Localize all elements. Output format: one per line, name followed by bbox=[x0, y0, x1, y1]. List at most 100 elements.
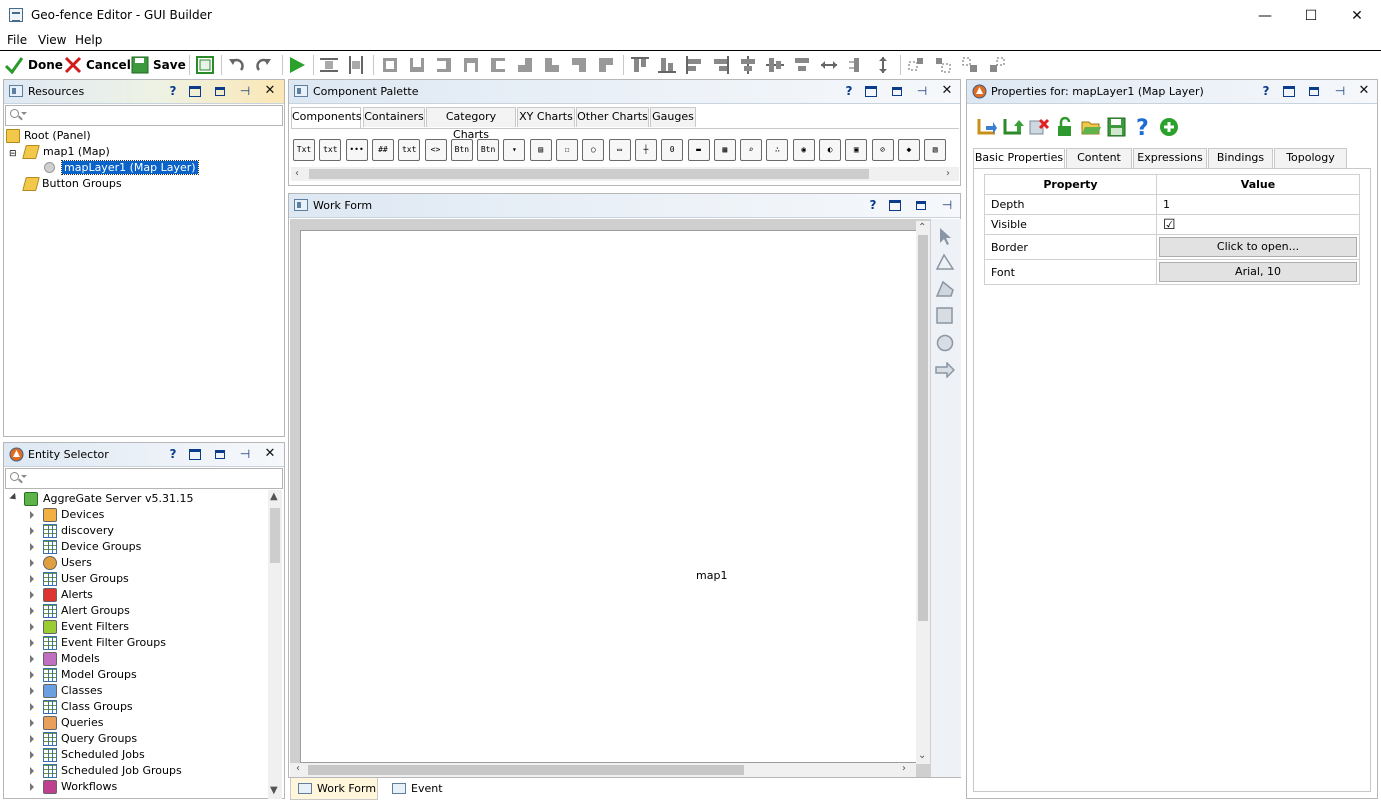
maximize-panel-icon[interactable] bbox=[865, 86, 877, 97]
polygon-icon[interactable] bbox=[935, 280, 955, 298]
save-icon[interactable] bbox=[1106, 116, 1128, 138]
unlock-icon[interactable] bbox=[1054, 116, 1076, 138]
rectangle-icon[interactable] bbox=[936, 307, 954, 325]
scroll-left-arrow-icon[interactable]: ‹ bbox=[295, 169, 299, 179]
align-center-h-icon[interactable] bbox=[739, 56, 757, 74]
maximize-panel-icon[interactable] bbox=[189, 449, 201, 460]
tree-item-entity[interactable]: User Groups bbox=[28, 571, 129, 587]
scroll-down-arrow-icon[interactable]: ⌄ bbox=[918, 751, 926, 761]
redo-icon[interactable] bbox=[255, 56, 273, 74]
tree-item-entity[interactable]: Event Filter Groups bbox=[28, 635, 166, 651]
cancel-button[interactable]: Cancel bbox=[63, 54, 131, 76]
palette-component-icon[interactable]: ▤ bbox=[529, 139, 552, 161]
pin-icon[interactable]: ⊣ bbox=[238, 447, 252, 461]
expand-arrow-icon[interactable] bbox=[30, 511, 34, 519]
export-icon[interactable] bbox=[1002, 116, 1024, 138]
palette-component-icon[interactable]: ▧ bbox=[924, 139, 947, 161]
tree-item-server[interactable]: AggreGate Server v5.31.15 bbox=[9, 491, 193, 507]
expand-arrow-icon[interactable] bbox=[30, 559, 34, 567]
entity-vscrollbar[interactable]: ▲ ▼ bbox=[268, 490, 282, 799]
float-panel-icon[interactable] bbox=[892, 87, 902, 96]
circle-icon[interactable] bbox=[936, 334, 954, 352]
stretch-v-icon[interactable] bbox=[847, 56, 865, 74]
expand-arrow-icon[interactable] bbox=[30, 591, 34, 599]
distribute-h-icon[interactable] bbox=[793, 56, 811, 74]
palette-component-icon[interactable]: ▭ bbox=[608, 139, 631, 161]
tree-item-entity[interactable]: Scheduled Job Groups bbox=[28, 763, 182, 779]
palette-component-icon[interactable]: ⌕ bbox=[740, 139, 763, 161]
scroll-thumb[interactable] bbox=[918, 235, 928, 621]
palette-component-icon[interactable]: ☐ bbox=[556, 139, 578, 161]
tab-topology[interactable]: Topology bbox=[1274, 148, 1347, 168]
expand-arrow-icon[interactable] bbox=[30, 607, 34, 615]
tab-content[interactable]: Content bbox=[1066, 148, 1132, 168]
palette-component-icon[interactable]: ○ bbox=[582, 139, 605, 161]
add-icon[interactable] bbox=[1158, 116, 1180, 138]
float-panel-icon[interactable] bbox=[215, 87, 225, 96]
delete-icon[interactable] bbox=[1028, 116, 1050, 138]
tree-item-entity[interactable]: Queries bbox=[28, 715, 103, 731]
maximize-panel-icon[interactable] bbox=[889, 200, 901, 211]
tab-basic-properties[interactable]: Basic Properties bbox=[973, 148, 1065, 169]
tree-item-entity[interactable]: Classes bbox=[28, 683, 102, 699]
canvas-hscrollbar[interactable]: ‹ › bbox=[290, 763, 916, 777]
align-icon-4[interactable] bbox=[462, 56, 480, 74]
palette-component-icon[interactable]: ▾ bbox=[503, 139, 526, 161]
grid-snap-icon-1[interactable] bbox=[907, 56, 925, 74]
expand-arrow-icon[interactable] bbox=[30, 575, 34, 583]
maximize-button[interactable]: ☐ bbox=[1288, 0, 1334, 31]
route-arrow-icon[interactable] bbox=[935, 362, 955, 378]
collapse-icon[interactable]: ⊟ bbox=[9, 146, 17, 162]
same-width-icon[interactable] bbox=[320, 56, 338, 74]
align-top-icon[interactable] bbox=[631, 56, 649, 74]
palette-component-icon[interactable]: Txt bbox=[293, 139, 315, 161]
tree-item-entity[interactable]: Users bbox=[28, 555, 92, 571]
tab-work-form[interactable]: Work Form bbox=[290, 778, 378, 800]
menu-help[interactable]: Help bbox=[75, 33, 102, 47]
help-icon[interactable]: ? bbox=[166, 84, 180, 98]
tree-item-map1[interactable]: ⊟ map1 (Map) bbox=[9, 144, 110, 160]
save-button[interactable]: Save bbox=[130, 54, 186, 76]
palette-component-icon[interactable]: ◆ bbox=[897, 139, 920, 161]
align-icon-8[interactable] bbox=[570, 56, 588, 74]
help-icon[interactable]: ? bbox=[1259, 84, 1273, 98]
palette-component-icon[interactable]: Btn bbox=[477, 139, 500, 161]
entity-search-input[interactable] bbox=[5, 468, 283, 489]
tree-item-entity[interactable]: Workflows bbox=[28, 779, 117, 795]
float-panel-icon[interactable] bbox=[215, 450, 225, 459]
expand-arrow-icon[interactable] bbox=[30, 623, 34, 631]
tab-event-log[interactable]: Event Log bbox=[384, 778, 464, 800]
tree-item-entity[interactable]: Scheduled Jobs bbox=[28, 747, 145, 763]
palette-component-icon[interactable]: ┼ bbox=[634, 139, 657, 161]
tab-expressions[interactable]: Expressions bbox=[1133, 148, 1207, 168]
expand-arrow-icon[interactable] bbox=[30, 735, 34, 743]
tree-item-button-groups[interactable]: Button Groups bbox=[22, 176, 122, 192]
expand-arrow-icon[interactable] bbox=[30, 543, 34, 551]
palette-component-icon[interactable]: ▦ bbox=[713, 139, 736, 161]
pin-icon[interactable]: ⊣ bbox=[238, 84, 252, 98]
tree-item-entity[interactable]: Device Groups bbox=[28, 539, 141, 555]
pin-icon[interactable]: ⊣ bbox=[1333, 84, 1347, 98]
grid-snap-icon-2[interactable] bbox=[934, 56, 952, 74]
palette-component-icon[interactable]: ⊘ bbox=[871, 139, 894, 161]
align-icon-7[interactable] bbox=[543, 56, 561, 74]
close-panel-icon[interactable]: ✕ bbox=[263, 447, 277, 461]
tab-other-charts[interactable]: Other Charts bbox=[576, 107, 649, 127]
scroll-up-arrow-icon[interactable]: ▲ bbox=[270, 492, 278, 502]
polyline-icon[interactable] bbox=[935, 253, 955, 271]
expand-arrow-icon[interactable] bbox=[30, 687, 34, 695]
palette-component-icon[interactable]: 0 bbox=[661, 139, 684, 161]
align-icon-1[interactable] bbox=[381, 56, 399, 74]
expand-arrow-icon[interactable] bbox=[30, 527, 34, 535]
pin-icon[interactable]: ⊣ bbox=[940, 198, 954, 212]
expand-arrow-icon[interactable] bbox=[30, 719, 34, 727]
pin-icon[interactable]: ⊣ bbox=[915, 84, 929, 98]
import-icon[interactable] bbox=[976, 116, 998, 138]
tree-item-entity[interactable]: Query Groups bbox=[28, 731, 137, 747]
align-bottom-icon[interactable] bbox=[658, 56, 676, 74]
help-icon[interactable]: ? bbox=[842, 84, 856, 98]
palette-component-icon[interactable]: ▣ bbox=[845, 139, 868, 161]
expand-arrow-icon[interactable] bbox=[30, 703, 34, 711]
palette-component-icon[interactable]: ◐ bbox=[819, 139, 841, 161]
done-button[interactable]: Done bbox=[4, 54, 63, 76]
